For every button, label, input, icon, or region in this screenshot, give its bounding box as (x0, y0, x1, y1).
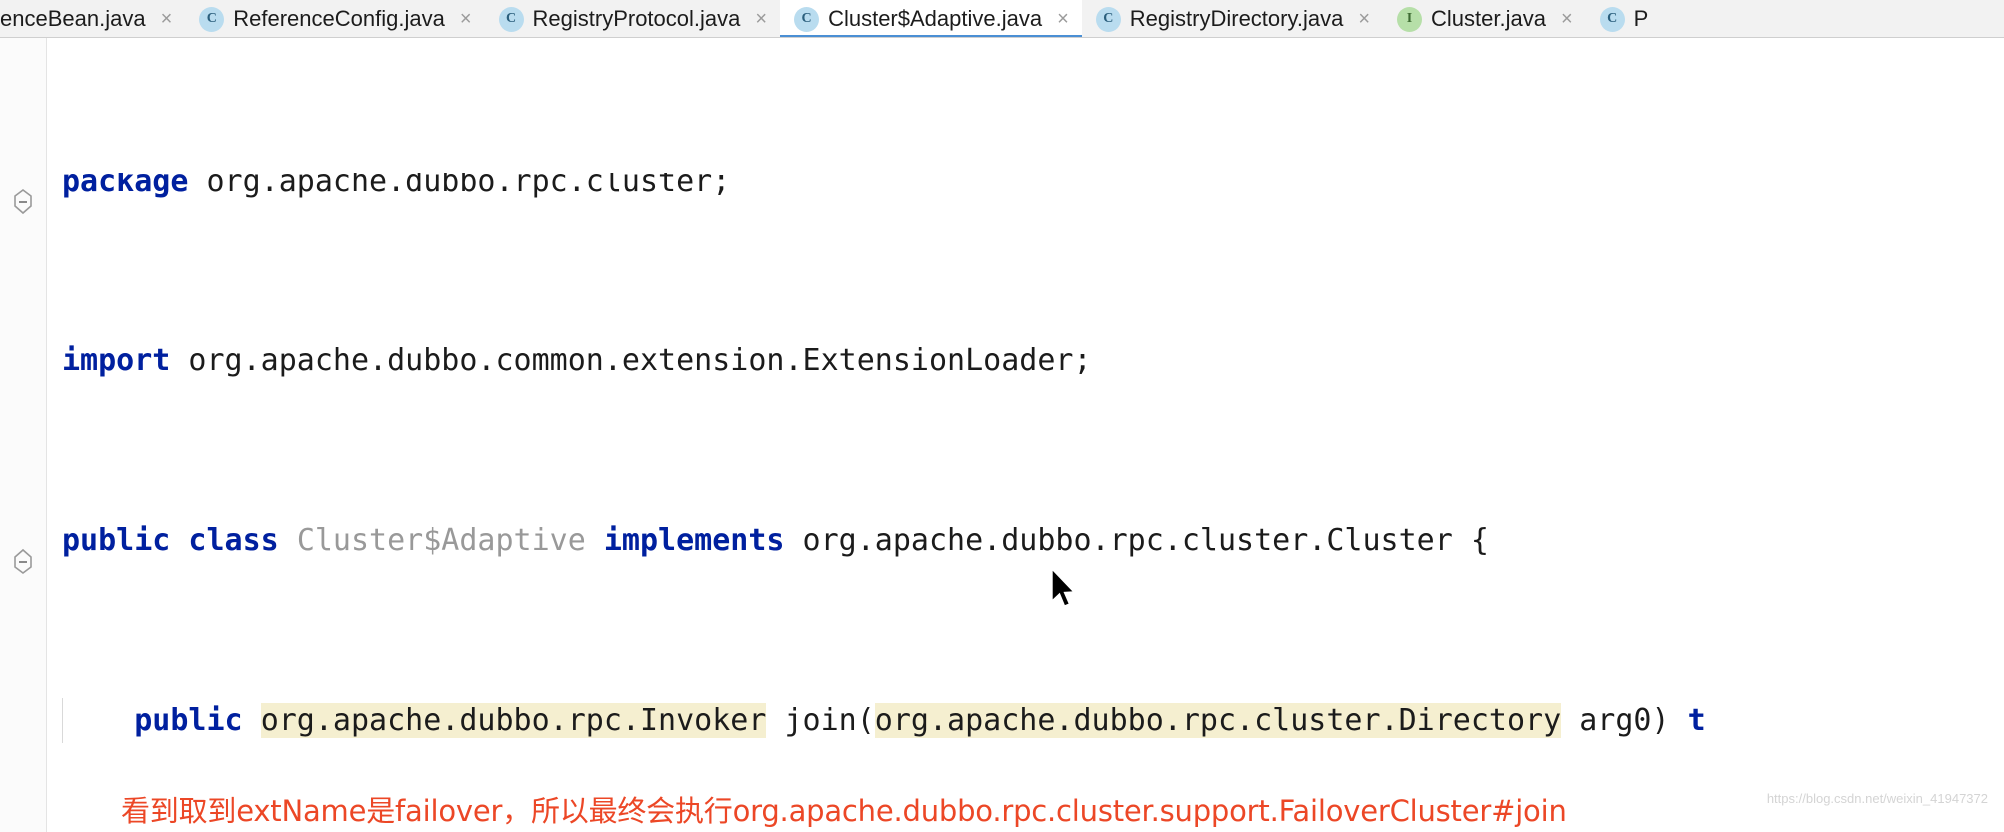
editor-window: enceBean.java × C ReferenceConfig.java ×… (0, 0, 2004, 832)
class-icon: C (498, 6, 524, 32)
tab-label: P (1633, 6, 1649, 31)
code-line-import[interactable]: import org.apache.dubbo.common.extension… (47, 338, 2004, 383)
class-icon: C (794, 6, 820, 32)
keyword-import: import (62, 343, 171, 378)
editor-tab-bar[interactable]: enceBean.java × C ReferenceConfig.java ×… (0, 0, 2004, 38)
keyword-public: public (134, 703, 243, 738)
tab-referencebean[interactable]: enceBean.java × (0, 0, 186, 37)
return-type-highlight: org.apache.dubbo.rpc.Invoker (260, 703, 767, 738)
red-annotation-text: 看到取到extName是failover，所以最终会执行org.apache.d… (121, 794, 1567, 828)
code-line-class-decl[interactable]: public class Cluster$Adaptive implements… (47, 518, 2004, 563)
keyword-package: package (62, 173, 189, 199)
tab-label: Cluster$Adaptive.java (828, 6, 1043, 31)
close-icon[interactable]: × (161, 9, 173, 29)
keyword-implements: implements (603, 523, 785, 558)
close-icon[interactable]: × (1561, 9, 1573, 29)
tab-referenceconfig[interactable]: C ReferenceConfig.java × (185, 0, 485, 37)
code-line-package[interactable]: package org.apache.dubbo.rpc.cluster; (47, 173, 2004, 203)
code-content[interactable]: package org.apache.dubbo.rpc.cluster; im… (47, 38, 2004, 832)
code-editor[interactable]: package org.apache.dubbo.rpc.cluster; im… (0, 38, 2004, 832)
class-icon: C (199, 6, 225, 32)
tab-cluster-adaptive[interactable]: C Cluster$Adaptive.java × (780, 0, 1082, 37)
keyword-throws-truncated: t (1669, 703, 1706, 738)
import-name: org.apache.dubbo.common.extension.Extens… (170, 343, 1092, 378)
fold-collapse-icon[interactable] (9, 188, 37, 216)
implemented-interface: org.apache.dubbo.rpc.cluster.Cluster { (802, 523, 1489, 558)
tab-registryprotocol[interactable]: C RegistryProtocol.java × (484, 0, 781, 37)
tab-partial-next[interactable]: C P (1585, 0, 1662, 37)
method-name: join( (766, 703, 875, 738)
close-icon[interactable]: × (460, 9, 472, 29)
tab-registrydirectory[interactable]: C RegistryDirectory.java × (1081, 0, 1384, 37)
watermark: https://blog.csdn.net/weixin_41947372 (1766, 791, 1988, 806)
code-line-method-signature[interactable]: public org.apache.dubbo.rpc.Invoker join… (47, 698, 2004, 743)
class-icon: C (1599, 6, 1625, 32)
interface-icon: I (1397, 6, 1423, 32)
tab-cluster[interactable]: I Cluster.java × (1383, 0, 1586, 37)
fold-expand-icon[interactable] (9, 548, 37, 576)
tab-label: enceBean.java (0, 6, 146, 31)
close-icon[interactable]: × (1358, 9, 1370, 29)
class-icon: C (1095, 6, 1121, 32)
close-icon[interactable]: × (755, 9, 767, 29)
keyword-public-class: public class (62, 523, 279, 558)
param-name: arg0) (1561, 703, 1670, 738)
tab-label: Cluster.java (1431, 6, 1546, 31)
class-name: Cluster$Adaptive (296, 523, 586, 558)
tab-label: RegistryDirectory.java (1129, 6, 1344, 31)
param-type-highlight: org.apache.dubbo.rpc.cluster.Directory (874, 703, 1562, 738)
editor-gutter[interactable] (0, 38, 47, 832)
tab-label: RegistryProtocol.java (532, 6, 741, 31)
tab-label: ReferenceConfig.java (233, 6, 445, 31)
close-icon[interactable]: × (1057, 9, 1069, 29)
package-name: org.apache.dubbo.rpc.cluster; (188, 173, 731, 199)
